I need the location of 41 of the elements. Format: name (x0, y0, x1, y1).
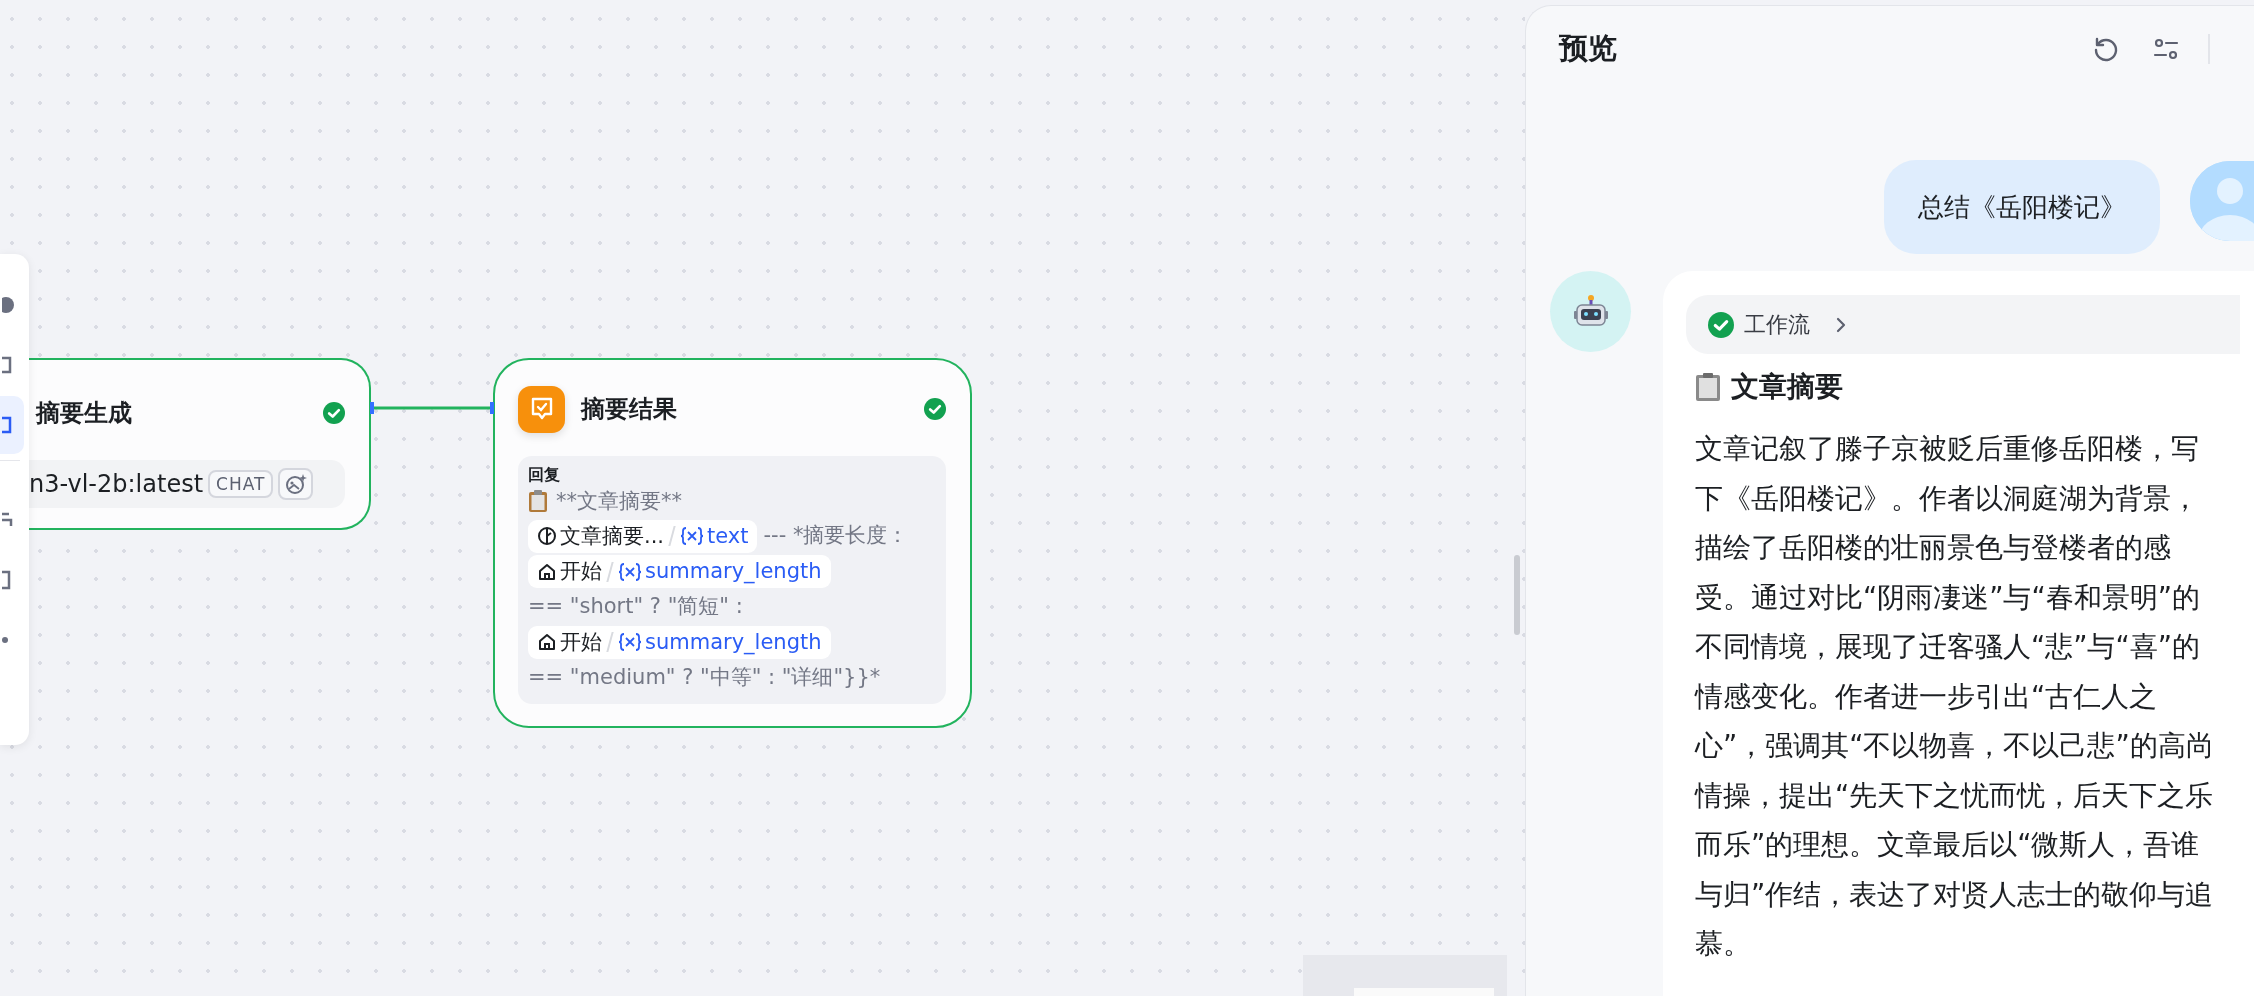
variable-tag[interactable]: 开始 summary_length (528, 555, 831, 588)
toolbar-tool[interactable] (0, 396, 24, 454)
variable-tag[interactable]: 文章摘要... text (528, 519, 758, 553)
workflow-label: 工作流 (1744, 310, 1810, 339)
node-name: 开始 (560, 558, 602, 585)
variable-name: summary_length (645, 558, 822, 586)
variable-tag[interactable]: 开始 summary_length (528, 625, 831, 659)
variable-icon (680, 526, 705, 546)
tool-icon (2, 415, 14, 435)
model-name: n3-vl-2b:latest (29, 470, 204, 498)
clipboard-icon (528, 489, 548, 513)
clipboard-icon (1695, 372, 1721, 402)
workflow-toggle[interactable]: 工作流 (1686, 295, 2240, 354)
template-text: == "medium" ? "中等" : "详细"}}* (528, 664, 881, 689)
summary-heading: 文章摘要 (1731, 369, 1843, 405)
tool-icon (2, 295, 14, 315)
reply-label: 回复 (528, 466, 561, 484)
template-text: == "short" ? "简短" : (528, 594, 743, 618)
variable-name: text (707, 522, 749, 550)
workflow-node[interactable]: 摘要结果 回复 **文章摘要** 文章摘要... text --- *摘要长度： 开始 summary_length == "short" ? "简短" : 开始 summary_length == "medium" ? "中等" : "详细"}}* (493, 358, 972, 728)
node-name: 开始 (560, 628, 602, 656)
tool-icon (2, 355, 14, 375)
model-selector[interactable]: n3-vl-2b:latest CHAT (29, 460, 345, 508)
workflow-node[interactable]: 摘要生成 n3-vl-2b:latest CHAT (29, 358, 371, 530)
image-icon (284, 473, 307, 495)
user-message: 总结《岳阳楼记》 (1884, 160, 2160, 254)
template-text: --- *摘要长度： (763, 523, 909, 547)
variable-icon (618, 561, 642, 582)
node-icon (537, 526, 557, 546)
resize-handle[interactable] (1514, 555, 1520, 635)
node-title: 摘要结果 (581, 394, 678, 425)
node-title: 摘要生成 (36, 398, 133, 429)
variable-icon (618, 632, 642, 652)
variable-name: summary_length (645, 628, 822, 657)
summary-text: 文章记叙了滕子京被贬后重修岳阳楼，写下《岳阳楼记》。作者以洞庭湖为背景，描绘了岳阳楼的壮丽景色与登楼者的感受。通过对比“阴雨凄迷”与“春和景明”的不同情境，展现了迁客骚人“悲”与“喜”的情感变化。作者进一步引出“古仁人之心”，强调其“不以物喜，不以己悲”的高尚情操，提出“先天下之忧而忧，后天下之乐而乐”的理想。文章最后以“微斯人，吾谁与归”作结，表达了对贤人志士的敬仰与追慕。 (1695, 431, 2215, 961)
home-icon (537, 632, 557, 652)
panel-title: 预览 (1559, 29, 1618, 67)
model-tag: CHAT (208, 470, 274, 498)
home-icon (537, 561, 557, 582)
template-text: **文章摘要** (556, 488, 682, 515)
node-name: 文章摘要... (560, 522, 665, 550)
